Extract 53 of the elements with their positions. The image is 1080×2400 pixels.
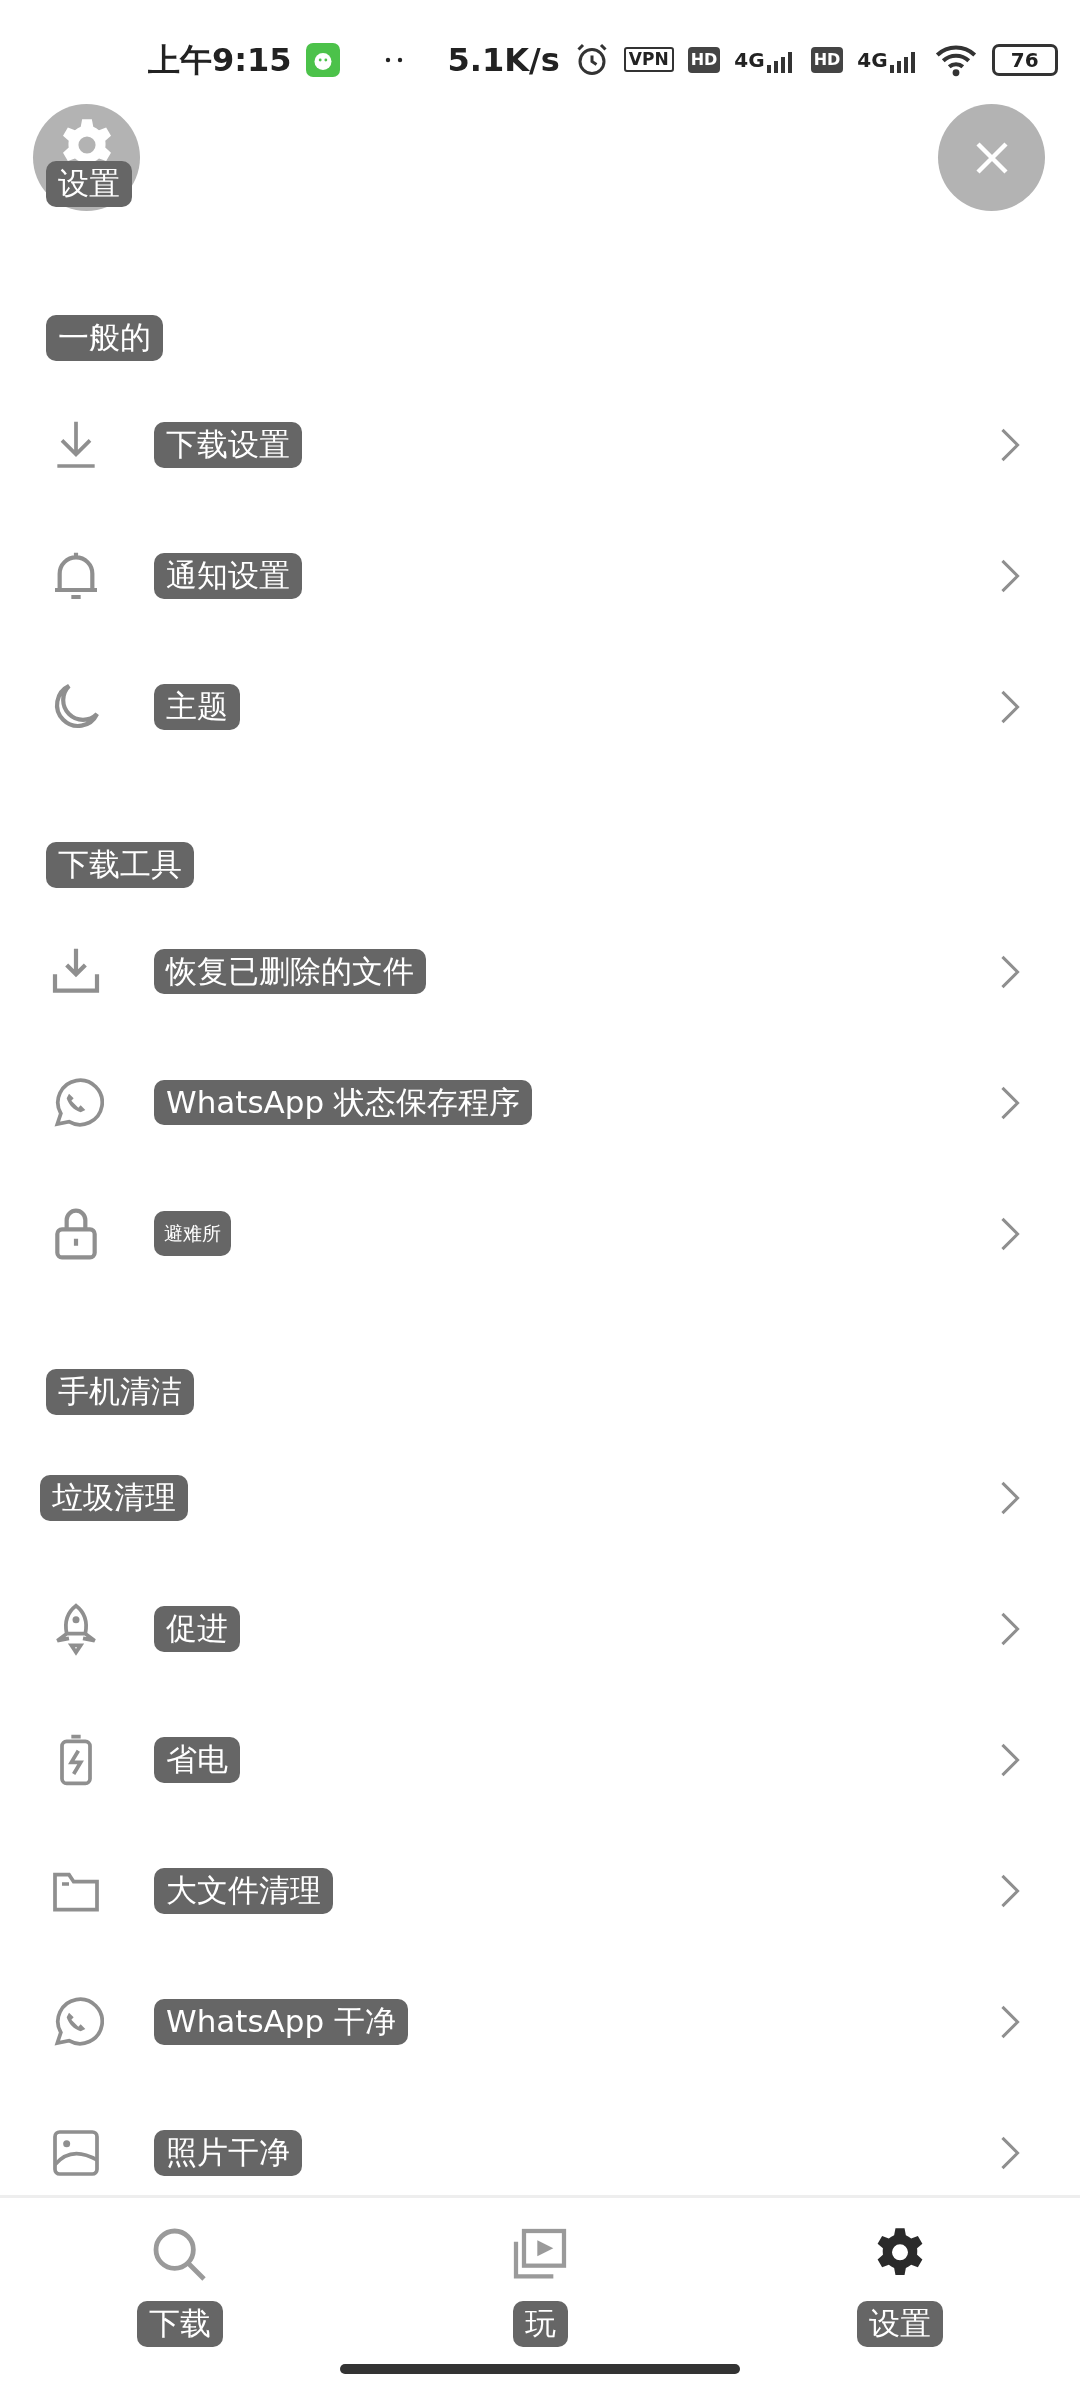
dots-icon [383,56,404,63]
chevron-right-icon [1000,1481,1020,1516]
network-type: 4G [734,46,765,74]
row-label: 大文件清理 [154,1868,333,1915]
row-label: 垃圾清理 [40,1475,188,1522]
settings-row[interactable]: 促进 [0,1563,1080,1695]
nav-tab[interactable]: 设置 [720,2198,1080,2400]
row-label: 主题 [154,683,240,730]
chevron-right-icon [1000,558,1020,593]
hd-indicator: HD [687,46,721,73]
settings-row[interactable]: 恢复已删除的文件 [0,906,1080,1038]
chevron-right-icon [1000,2136,1020,2171]
settings-row[interactable]: 下载设置 [0,379,1080,511]
row-label: 避难所 [154,1210,231,1257]
row-label: 恢复已删除的文件 [154,948,426,995]
section-header: 下载工具 [46,842,194,889]
wifi-icon [933,42,978,77]
app-notification-icon [305,42,340,77]
section-header: 一般的 [46,315,163,362]
chevron-right-icon [1000,1216,1020,1251]
section-header: 手机清洁 [46,1369,194,1415]
settings-row[interactable]: WhatsApp 干净 [0,1956,1080,2088]
network-type: 4G [857,46,888,74]
settings-row[interactable]: 通知设置 [0,510,1080,642]
settings-row[interactable]: WhatsApp 状态保存程序 [0,1037,1080,1169]
row-label: 省电 [154,1737,240,1784]
page-title: 设置 [46,161,132,207]
settings-row[interactable]: 大文件清理 [0,1825,1080,1957]
row-label: WhatsApp 状态保存程序 [154,1079,533,1126]
row-label: 下载设置 [154,421,302,468]
settings-row[interactable]: 省电 [0,1694,1080,1826]
battery-level: 76 [991,43,1058,76]
row-label: WhatsApp 干净 [154,1999,409,2046]
chevron-right-icon [1000,1085,1020,1120]
row-label: 通知设置 [154,552,302,599]
settings-row[interactable]: 照片干净 [0,2087,1080,2196]
chevron-right-icon [1000,689,1020,724]
network-speed: 5.1K/s [447,39,560,81]
row-label: 促进 [154,1606,240,1653]
hd-indicator: HD [810,46,844,73]
chevron-right-icon [1000,954,1020,989]
vpn-indicator: VPN [623,47,674,72]
settings-row[interactable]: 避难所 [0,1168,1080,1300]
nav-tab[interactable]: 下载 [0,2198,360,2400]
row-label: 照片干净 [154,2130,302,2177]
chevron-right-icon [1000,1743,1020,1778]
settings-row[interactable]: 垃圾清理 [0,1432,1080,1564]
chevron-right-icon [1000,1612,1020,1647]
clock-time: 上午9:15 [148,39,292,81]
chevron-right-icon [1000,427,1020,462]
chevron-right-icon [1000,2005,1020,2040]
settings-row[interactable]: 主题 [0,641,1080,773]
chevron-right-icon [1000,1874,1020,1909]
